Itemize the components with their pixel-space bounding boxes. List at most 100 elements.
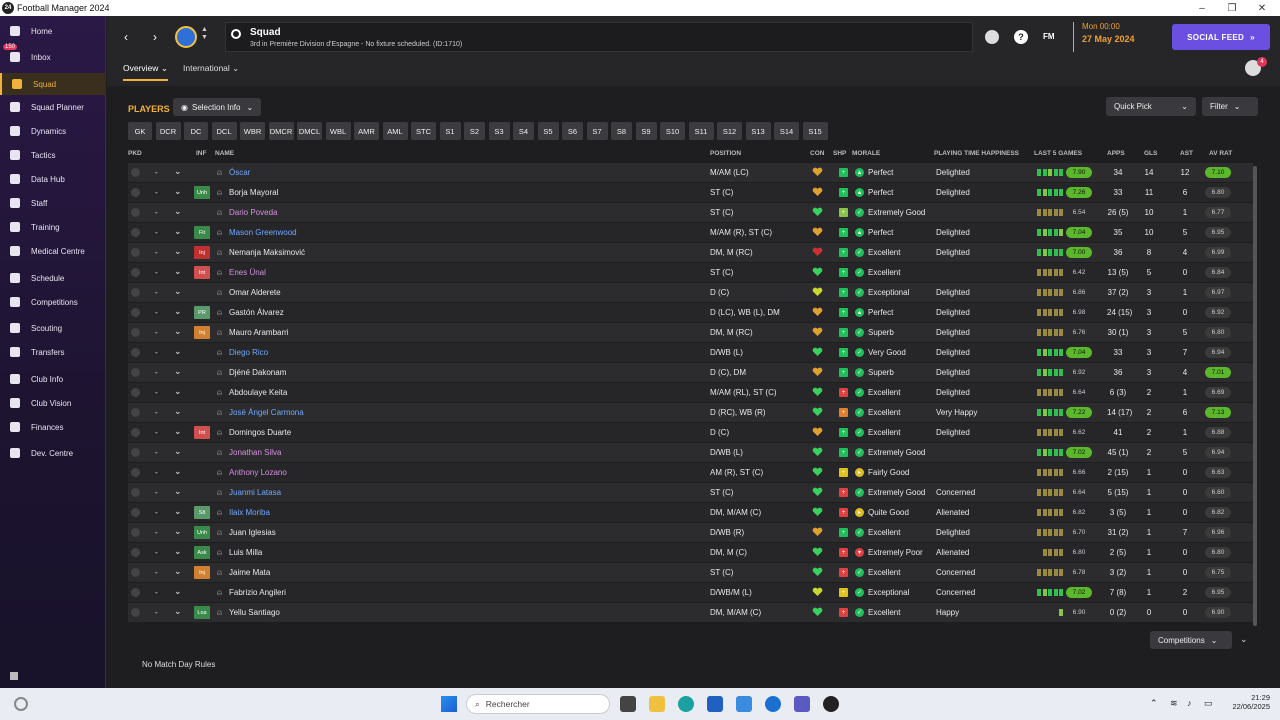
chevron-down-icon[interactable]: ⌄ bbox=[174, 366, 182, 377]
chevron-down-icon[interactable]: ⌄ bbox=[174, 506, 182, 517]
back-arrow-icon[interactable]: ‹ bbox=[117, 28, 135, 46]
position-filter-dcr[interactable]: DCR bbox=[155, 122, 181, 140]
player-name[interactable]: Anthony Lozano bbox=[229, 468, 287, 477]
pick-toggle-icon[interactable] bbox=[131, 348, 140, 357]
position-filter-s12[interactable]: S12 bbox=[717, 122, 742, 140]
chevron-down-icon[interactable]: ⌄ bbox=[174, 266, 182, 277]
help-app-icon[interactable] bbox=[765, 696, 781, 712]
taskbar-search[interactable]: ⌕ Rechercher bbox=[466, 694, 610, 714]
table-row[interactable]: - ⌄ Int ⍝ Domingos Duarte D (C) + ✓ Excellent Del… bbox=[128, 423, 1253, 442]
pick-toggle-icon[interactable] bbox=[131, 568, 140, 577]
header-last5[interactable]: LAST 5 GAMES bbox=[1034, 150, 1082, 157]
pick-toggle-icon[interactable] bbox=[131, 208, 140, 217]
edge-icon[interactable] bbox=[678, 696, 694, 712]
file-explorer-icon[interactable] bbox=[649, 696, 665, 712]
position-filter-dcl[interactable]: DCL bbox=[211, 122, 237, 140]
sidebar-item-inbox[interactable]: 150 Inbox bbox=[0, 44, 106, 68]
chevron-down-icon[interactable]: ⌄ bbox=[1240, 634, 1248, 645]
chevron-up-icon[interactable]: ⌃ bbox=[1150, 698, 1158, 709]
table-row[interactable]: - ⌄ ⍝ Diego Rico D/WB (L) + ✓ Very Good Delighte… bbox=[128, 343, 1253, 362]
player-name[interactable]: Djéné Dakonam bbox=[229, 368, 286, 377]
header-morale[interactable]: MORALE bbox=[852, 150, 880, 157]
pick-toggle-icon[interactable] bbox=[131, 168, 140, 177]
pick-toggle-icon[interactable] bbox=[131, 248, 140, 257]
player-name[interactable]: Domingos Duarte bbox=[229, 428, 291, 437]
close-icon[interactable]: ✕ bbox=[1252, 0, 1272, 16]
info-badge[interactable]: Int bbox=[194, 426, 210, 439]
position-filter-s9[interactable]: S9 bbox=[635, 122, 657, 140]
player-name[interactable]: Jaime Mata bbox=[229, 568, 270, 577]
sidebar-item-tactics[interactable]: Tactics bbox=[0, 144, 106, 166]
pick-toggle-icon[interactable] bbox=[131, 288, 140, 297]
player-name[interactable]: Omar Alderete bbox=[229, 288, 281, 297]
chevron-down-icon[interactable]: ⌄ bbox=[174, 246, 182, 257]
chevron-down-icon[interactable]: ⌄ bbox=[174, 446, 182, 457]
player-name[interactable]: Fabrizio Angileri bbox=[229, 588, 286, 597]
competitions-button[interactable]: Competitions ⌄ bbox=[1150, 631, 1232, 649]
sidebar-item-data-hub[interactable]: Data Hub bbox=[0, 168, 106, 190]
widgets-icon[interactable] bbox=[14, 697, 28, 711]
header-inf[interactable]: INF bbox=[196, 150, 206, 157]
position-filter-s4[interactable]: S4 bbox=[513, 122, 534, 140]
position-filter-wbr[interactable]: WBR bbox=[240, 122, 265, 140]
chevron-down-icon[interactable]: ⌄ bbox=[174, 286, 182, 297]
header-ast[interactable]: AST bbox=[1180, 150, 1193, 157]
social-feed-button[interactable]: SOCIAL FEED » bbox=[1172, 24, 1270, 50]
table-row[interactable]: - ⌄ ⍝ Jonathan Silva D/WB (L) + ✓ Extremely Goo… bbox=[128, 443, 1253, 462]
outlook-icon[interactable] bbox=[707, 696, 723, 712]
system-clock[interactable]: 21:29 22/06/2025 bbox=[1224, 693, 1270, 711]
info-badge[interactable]: PR bbox=[194, 306, 210, 319]
pick-toggle-icon[interactable] bbox=[131, 488, 140, 497]
table-row[interactable]: - ⌄ Fit ⍝ Mason Greenwood M/AM (R), ST (C) + ▲ P… bbox=[128, 223, 1253, 242]
sidebar-item-training[interactable]: Training bbox=[0, 216, 106, 238]
game-date[interactable]: Mon 00:00 27 May 2024 bbox=[1073, 22, 1135, 52]
tab-international[interactable]: International ⌄ bbox=[183, 63, 239, 74]
filter-button[interactable]: Filter ⌄ bbox=[1202, 97, 1258, 116]
chevron-down-icon[interactable]: ⌄ bbox=[174, 566, 182, 577]
tab-overview[interactable]: Overview ⌄ bbox=[123, 63, 168, 81]
pick-toggle-icon[interactable] bbox=[131, 528, 140, 537]
player-name[interactable]: Ilaix Moriba bbox=[229, 508, 270, 517]
table-row[interactable]: - ⌄ Slt ⍝ Ilaix Moriba DM, M/AM (C) + ▸ Quite Go… bbox=[128, 503, 1253, 522]
position-filter-s5[interactable]: S5 bbox=[537, 122, 559, 140]
table-row[interactable]: - ⌄ ⍝ Óscar M/AM (LC) + ▲ Perfect Delighted 7.90 3… bbox=[128, 163, 1253, 182]
pick-toggle-icon[interactable] bbox=[131, 228, 140, 237]
position-filter-dc[interactable]: DC bbox=[184, 122, 208, 140]
header-avrat[interactable]: AV RAT bbox=[1209, 150, 1232, 157]
info-badge[interactable]: Unh bbox=[194, 526, 210, 539]
table-row[interactable]: - ⌄ ⍝ Juanmi Latasa ST (C) + ✓ Extremely Good Co… bbox=[128, 483, 1253, 502]
pick-toggle-icon[interactable] bbox=[131, 308, 140, 317]
forward-arrow-icon[interactable]: › bbox=[146, 28, 164, 46]
wifi-icon[interactable]: ≋ bbox=[1170, 698, 1178, 709]
position-filter-s13[interactable]: S13 bbox=[745, 122, 771, 140]
chevron-down-icon[interactable]: ⌄ bbox=[174, 326, 182, 337]
sidebar-item-transfers[interactable]: Transfers bbox=[0, 341, 106, 363]
minimize-icon[interactable]: – bbox=[1192, 0, 1212, 16]
store-icon[interactable] bbox=[736, 696, 752, 712]
player-name[interactable]: Gastón Álvarez bbox=[229, 308, 284, 317]
info-badge[interactable]: Int bbox=[194, 266, 210, 279]
pick-toggle-icon[interactable] bbox=[131, 608, 140, 617]
info-badge[interactable]: Inj bbox=[194, 326, 210, 339]
pick-toggle-icon[interactable] bbox=[131, 588, 140, 597]
sidebar-item-dev-centre[interactable]: Dev. Centre bbox=[0, 442, 106, 464]
sidebar-item-staff[interactable]: Staff bbox=[0, 192, 106, 214]
selection-info-button[interactable]: ◉ Selection Info ⌄ bbox=[173, 98, 262, 116]
position-filter-wbl[interactable]: WBL bbox=[325, 122, 351, 140]
pick-toggle-icon[interactable] bbox=[131, 408, 140, 417]
player-name[interactable]: Yellu Santiago bbox=[229, 608, 280, 617]
pick-toggle-icon[interactable] bbox=[131, 368, 140, 377]
table-row[interactable]: - ⌄ Unh ⍝ Juan Iglesias D/WB (R) + ✓ Excellent De… bbox=[128, 523, 1253, 542]
teams-icon[interactable] bbox=[794, 696, 810, 712]
chevron-down-icon[interactable]: ⌄ bbox=[174, 166, 182, 177]
player-name[interactable]: José Ángel Carmona bbox=[229, 408, 304, 417]
table-row[interactable]: - ⌄ Ask ⍝ Luis Milla DM, M (C) + ▾ Extremely Poo… bbox=[128, 543, 1253, 562]
pick-toggle-icon[interactable] bbox=[131, 188, 140, 197]
player-name[interactable]: Jonathan Silva bbox=[229, 448, 281, 457]
table-row[interactable]: - ⌄ ⍝ Fabrizio Angileri D/WB/M (L) + ✓ Exceptio… bbox=[128, 583, 1253, 602]
table-row[interactable]: - ⌄ ⍝ Abdoulaye Keita M/AM (RL), ST (C) + ✓ Exc… bbox=[128, 383, 1253, 402]
maximize-icon[interactable]: ❐ bbox=[1222, 0, 1242, 16]
chevron-down-icon[interactable]: ⌄ bbox=[174, 306, 182, 317]
chevron-down-icon[interactable]: ⌄ bbox=[174, 606, 182, 617]
help-icon[interactable]: ? bbox=[1014, 30, 1028, 44]
